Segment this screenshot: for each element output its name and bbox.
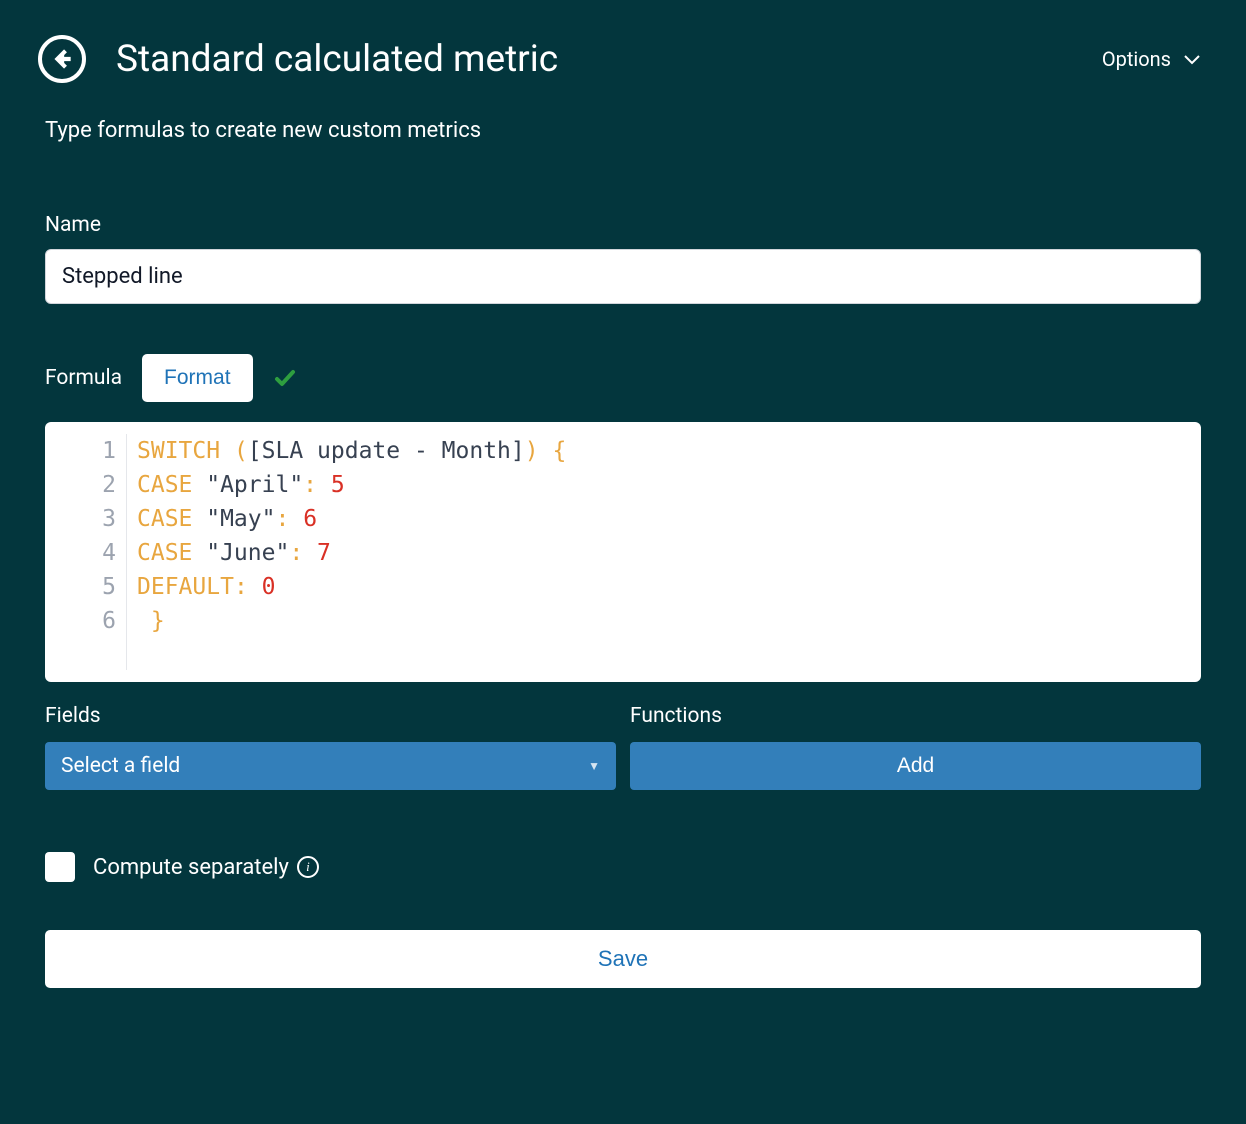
- name-group: Name: [45, 213, 1201, 304]
- line-number: 6: [45, 604, 116, 638]
- line-number: 5: [45, 570, 116, 604]
- line-number: 3: [45, 502, 116, 536]
- code-line: CASE "May": 6: [137, 502, 1201, 536]
- formula-editor[interactable]: 123456 SWITCH ([SLA update - Month]) {CA…: [45, 422, 1201, 682]
- valid-check-icon: [273, 366, 297, 390]
- code-line: SWITCH ([SLA update - Month]) {: [137, 434, 1201, 468]
- code-line: DEFAULT: 0: [137, 570, 1201, 604]
- chevron-down-icon: [1183, 53, 1201, 65]
- caret-down-icon: ▼: [588, 759, 600, 773]
- formula-label: Formula: [45, 366, 122, 390]
- compute-separately-label-wrap: Compute separately i: [93, 855, 319, 880]
- code-line: CASE "June": 7: [137, 536, 1201, 570]
- line-number: 1: [45, 434, 116, 468]
- header-left: Standard calculated metric: [38, 35, 558, 83]
- add-function-button[interactable]: Add: [630, 742, 1201, 790]
- fields-col: Fields Select a field ▼: [45, 704, 616, 790]
- info-icon[interactable]: i: [297, 856, 319, 878]
- code-line: }: [137, 604, 1201, 638]
- arrow-left-fill-icon: [49, 46, 75, 72]
- save-button[interactable]: Save: [45, 930, 1201, 988]
- page-header: Standard calculated metric Options: [0, 0, 1246, 83]
- subtitle: Type formulas to create new custom metri…: [45, 118, 1201, 143]
- page-title: Standard calculated metric: [116, 38, 558, 81]
- fields-label: Fields: [45, 704, 616, 728]
- fields-placeholder: Select a field: [61, 754, 180, 778]
- compute-separately-checkbox[interactable]: [45, 852, 75, 882]
- options-dropdown[interactable]: Options: [1102, 47, 1201, 71]
- line-number: 4: [45, 536, 116, 570]
- name-label: Name: [45, 213, 1201, 237]
- format-button[interactable]: Format: [142, 354, 253, 402]
- content-area: Type formulas to create new custom metri…: [0, 83, 1246, 988]
- formula-header: Formula Format: [45, 354, 1201, 402]
- line-gutter: 123456: [45, 434, 127, 670]
- line-number: 2: [45, 468, 116, 502]
- fields-functions-row: Fields Select a field ▼ Functions Add: [45, 704, 1201, 790]
- fields-select[interactable]: Select a field ▼: [45, 742, 616, 790]
- code-lines: SWITCH ([SLA update - Month]) {CASE "Apr…: [127, 434, 1201, 670]
- back-button[interactable]: [38, 35, 86, 83]
- name-input[interactable]: [45, 249, 1201, 304]
- options-label: Options: [1102, 47, 1171, 71]
- code-line: CASE "April": 5: [137, 468, 1201, 502]
- functions-col: Functions Add: [630, 704, 1201, 790]
- compute-separately-row: Compute separately i: [45, 852, 1201, 882]
- compute-separately-label: Compute separately: [93, 855, 289, 880]
- functions-label: Functions: [630, 704, 1201, 728]
